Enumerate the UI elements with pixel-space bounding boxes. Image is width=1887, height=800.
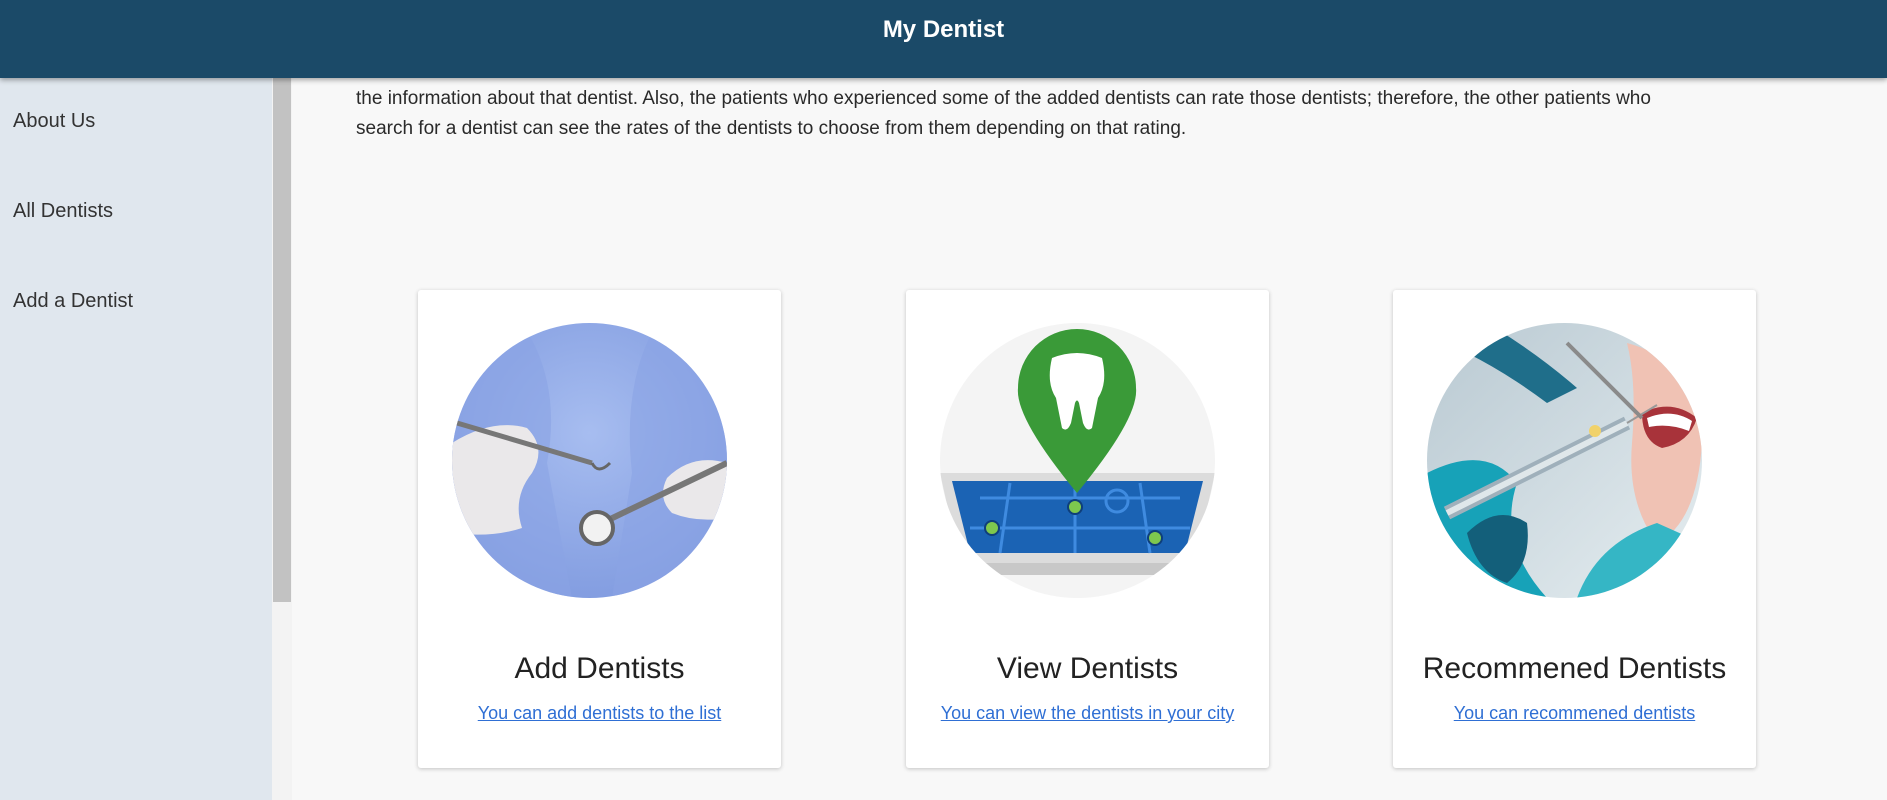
intro-text: the information about that dentist. Also… [356,84,1756,144]
sidebar-item-about-us[interactable]: About Us [13,110,95,133]
intro-line: search for a dentist can see the rates o… [356,118,1187,139]
sidebar-item-all-dentists[interactable]: All Dentists [13,200,113,223]
intro-line: the information about that dentist. Also… [356,88,1651,109]
sidebar: About Us All Dentists Add a Dentist [0,78,272,800]
view-dentists-link[interactable]: You can view the dentists in your city [906,703,1269,724]
card-title: View Dentists [996,652,1179,685]
recommend-dentists-link[interactable]: You can recommened dentists [1393,703,1756,724]
sidebar-scrollbar-thumb[interactable] [273,78,291,602]
card-view-dentists: View Dentists You can view the dentists … [906,290,1269,768]
card-add-dentists: Add Dentists You can add dentists to the… [418,290,781,768]
card-title: Add Dentists [514,652,685,685]
top-app-bar: My Dentist [0,0,1887,78]
dental-tools-photo [452,323,727,598]
add-dentists-link[interactable]: You can add dentists to the list [418,703,781,724]
sidebar-item-add-a-dentist[interactable]: Add a Dentist [13,290,133,313]
card-title: Recommened Dentists [1422,652,1727,685]
app-title: My Dentist [882,16,1005,43]
card-recommended-dentists: Recommened Dentists You can recommened d… [1393,290,1756,768]
dental-treatment-photo [1427,323,1702,598]
tooth-map-pin-icon [940,323,1215,598]
